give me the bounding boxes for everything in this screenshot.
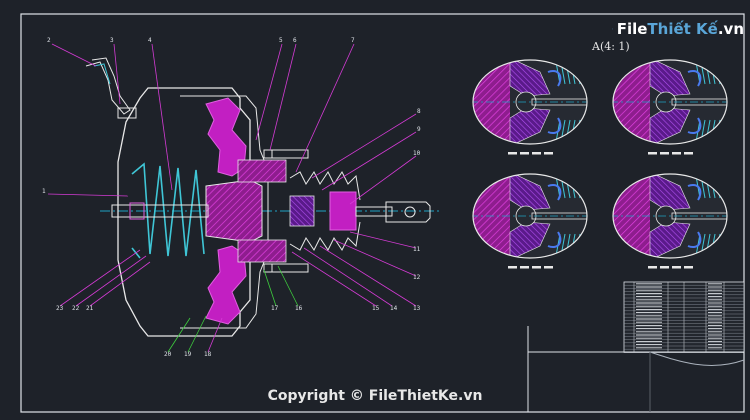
detail-view-4 bbox=[612, 173, 728, 269]
part-number-11: 11 bbox=[413, 246, 421, 253]
valve-body bbox=[237, 159, 287, 183]
valve-poppet bbox=[289, 195, 315, 227]
detail-view-2 bbox=[612, 59, 728, 155]
part-number-12: 12 bbox=[413, 274, 421, 281]
parts-list-table bbox=[623, 281, 745, 353]
valve-body-lower bbox=[237, 239, 287, 263]
part-number-15: 15 bbox=[372, 305, 380, 312]
clevis bbox=[385, 201, 431, 223]
part-number-16: 16 bbox=[295, 305, 303, 312]
part-number-3: 3 bbox=[110, 37, 114, 44]
part-number-18: 18 bbox=[204, 351, 212, 358]
part-number-6: 6 bbox=[293, 37, 297, 44]
part-number-7: 7 bbox=[351, 37, 355, 44]
part-number-9: 9 bbox=[417, 126, 421, 133]
detail-view-2-caption-mark bbox=[648, 152, 693, 155]
copyright-watermark: Copyright © FileThietKe.vn bbox=[267, 388, 483, 404]
drawing-canvas: 2 3 4 5 6 7 8 9 10 1 11 12 13 14 15 16 1… bbox=[20, 13, 745, 413]
detail-views bbox=[472, 59, 728, 269]
brake-booster-section-view bbox=[85, 57, 440, 337]
part-number-10: 10 bbox=[413, 150, 421, 157]
part-number-21: 21 bbox=[86, 305, 94, 312]
part-number-1: 1 bbox=[42, 188, 46, 195]
logo-brand-a: File bbox=[616, 20, 648, 38]
detail-view-title: A(4: 1) bbox=[592, 40, 630, 53]
part-number-20: 20 bbox=[164, 351, 172, 358]
logo-domain: .vn bbox=[717, 20, 744, 38]
logo-text: FileThiết Kế.vn bbox=[617, 20, 744, 38]
site-logo: FileThiết Kế.vn bbox=[612, 14, 744, 44]
detail-view-4-caption-mark bbox=[648, 266, 693, 269]
logo-brand-b: Thiết Kế bbox=[647, 20, 718, 38]
part-number-5: 5 bbox=[279, 37, 283, 44]
logo-leaf-icon bbox=[612, 28, 613, 30]
detail-view-3-caption-mark bbox=[508, 266, 553, 269]
detail-view-1-caption-mark bbox=[508, 152, 553, 155]
part-number-4: 4 bbox=[148, 37, 152, 44]
part-number-8: 8 bbox=[417, 108, 421, 115]
part-number-22: 22 bbox=[72, 305, 80, 312]
part-number-23: 23 bbox=[56, 305, 64, 312]
part-number-14: 14 bbox=[390, 305, 398, 312]
clevis-pin-hole bbox=[404, 206, 416, 218]
part-number-2: 2 bbox=[47, 37, 51, 44]
part-number-13: 13 bbox=[413, 305, 421, 312]
vacuum-hose bbox=[85, 57, 137, 119]
piston-hub bbox=[205, 179, 263, 243]
part-number-19: 19 bbox=[184, 351, 192, 358]
detail-view-1 bbox=[472, 59, 588, 155]
part-number-17: 17 bbox=[271, 305, 279, 312]
detail-view-3 bbox=[472, 173, 588, 269]
air-filter bbox=[329, 191, 357, 231]
